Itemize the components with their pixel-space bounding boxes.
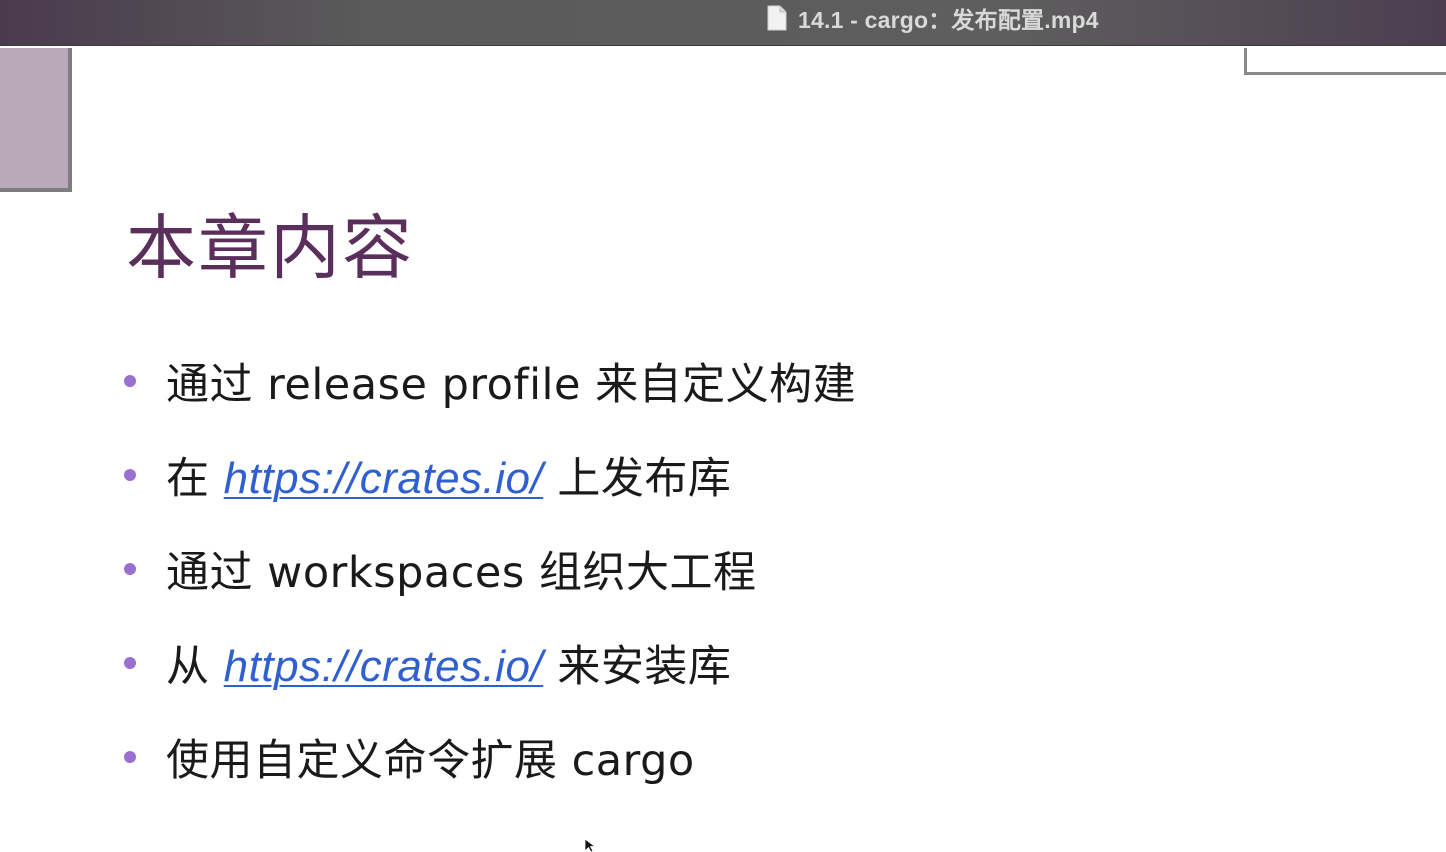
- mouse-pointer-icon: [584, 838, 597, 852]
- bullet-text-pre: 通过 release profile 来自定义构建: [166, 360, 857, 410]
- bullet-text-pre: 使用自定义命令扩展 cargo: [166, 736, 695, 786]
- bullet-text: 在 https://crates.io/ 上发布库: [166, 444, 731, 506]
- list-item: 从 https://crates.io/ 来安装库: [124, 616, 856, 710]
- document-icon: [767, 5, 787, 31]
- bullet-text: 通过 workspaces 组织大工程: [166, 538, 756, 600]
- bullet-dot-icon: [124, 375, 136, 387]
- bullet-dot-icon: [124, 563, 136, 575]
- slide-corner-decoration-left: [0, 48, 72, 192]
- slide-corner-decoration-right: [1244, 48, 1446, 75]
- bullet-list: 通过 release profile 来自定义构建 在 https://crat…: [124, 334, 856, 804]
- bullet-text: 使用自定义命令扩展 cargo: [166, 726, 695, 788]
- bullet-text: 通过 release profile 来自定义构建: [166, 350, 856, 412]
- window-title: 14.1 - cargo：发布配置.mp4: [798, 7, 1099, 33]
- crates-io-link[interactable]: https://crates.io/: [224, 454, 544, 503]
- list-item: 在 https://crates.io/ 上发布库: [124, 428, 856, 522]
- list-item: 通过 release profile 来自定义构建: [124, 334, 856, 428]
- bullet-dot-icon: [124, 469, 136, 481]
- bullet-text-pre: 在: [166, 454, 224, 504]
- bullet-text-pre: 通过 workspaces 组织大工程: [166, 548, 757, 598]
- bullet-text-post: 来安装库: [543, 642, 732, 692]
- list-item: 通过 workspaces 组织大工程: [124, 522, 856, 616]
- bullet-dot-icon: [124, 751, 136, 763]
- list-item: 使用自定义命令扩展 cargo: [124, 710, 856, 804]
- slide-heading: 本章内容: [126, 207, 414, 289]
- crates-io-link[interactable]: https://crates.io/: [224, 642, 544, 691]
- window-title-bar[interactable]: 14.1 - cargo：发布配置.mp4: [0, 0, 1446, 46]
- bullet-text-post: 上发布库: [543, 454, 732, 504]
- bullet-dot-icon: [124, 657, 136, 669]
- bullet-text: 从 https://crates.io/ 来安装库: [166, 632, 731, 694]
- window-title-group: 14.1 - cargo：发布配置.mp4: [766, 0, 1099, 36]
- bullet-text-pre: 从: [166, 642, 224, 692]
